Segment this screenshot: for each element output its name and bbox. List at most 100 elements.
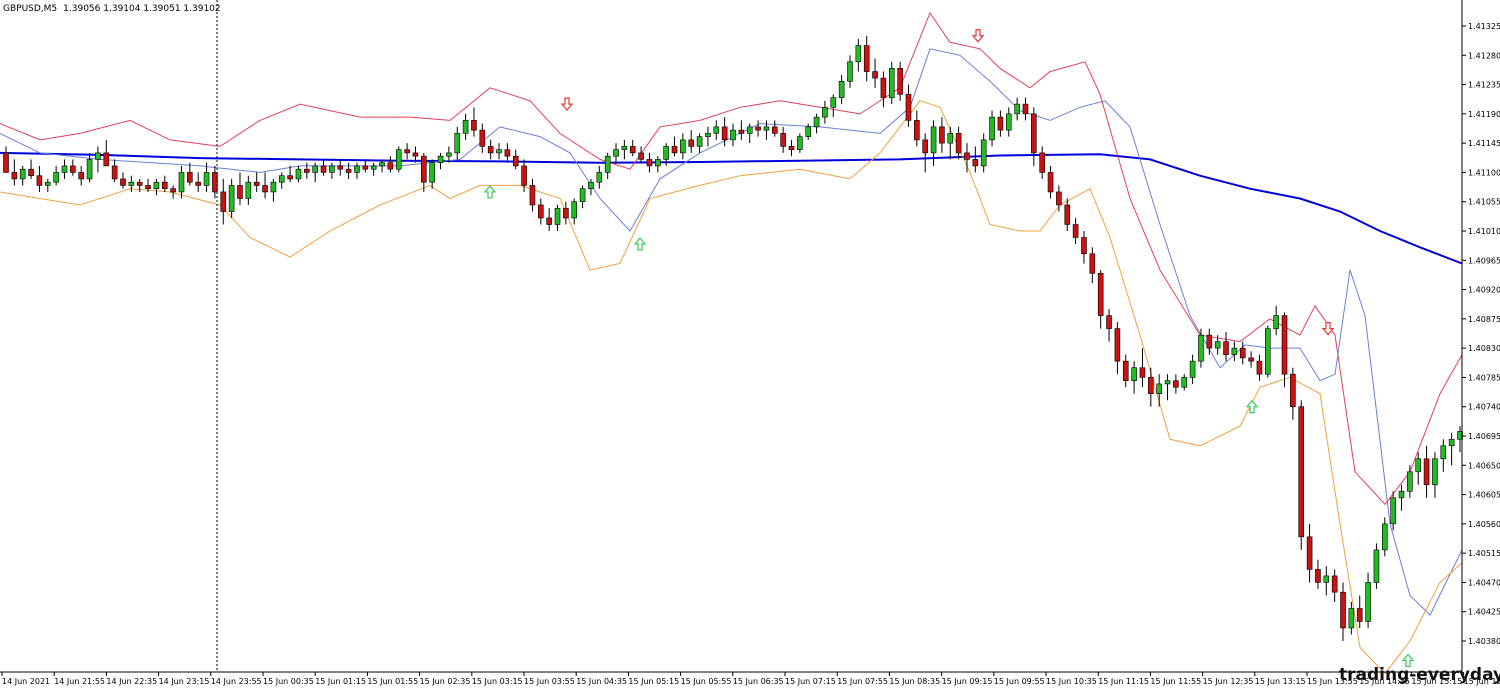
y-tick-label: 1.40605 — [1468, 491, 1500, 500]
candle-body — [111, 165, 118, 180]
candle-body — [914, 120, 920, 141]
x-tick-label: 15 Jun 07:55 — [837, 677, 888, 686]
candle-body — [947, 133, 954, 144]
x-tick-label: 15 Jun 09:55 — [994, 677, 1045, 686]
candle-body — [721, 126, 728, 141]
candle-body — [278, 175, 285, 183]
y-tick-label: 1.41235 — [1468, 81, 1500, 90]
candle-body — [688, 139, 695, 147]
candle-body — [95, 152, 101, 160]
candle-body — [755, 126, 761, 131]
candle-body — [521, 165, 527, 186]
candle-body — [1306, 536, 1313, 570]
candle-body — [1390, 497, 1396, 525]
candle-body — [1089, 253, 1096, 274]
candle-body — [1139, 367, 1146, 378]
y-tick-label: 1.40830 — [1468, 344, 1500, 353]
candle-body — [930, 126, 937, 154]
candle-body — [888, 68, 895, 98]
y-tick-label: 1.41010 — [1468, 227, 1500, 236]
x-tick-label: 15 Jun 10:35 — [1046, 677, 1097, 686]
candle-body — [120, 178, 126, 186]
candle-body — [546, 217, 552, 225]
candle-body — [1031, 113, 1037, 154]
candle-body — [588, 181, 594, 189]
y-tick-label: 1.40740 — [1468, 403, 1500, 412]
x-tick-label: 15 Jun 08:35 — [889, 677, 940, 686]
candle-body — [955, 133, 962, 154]
candle — [888, 61, 895, 105]
candle-body — [1398, 491, 1405, 499]
candle-body — [1097, 273, 1104, 316]
y-tick-label: 1.41280 — [1468, 51, 1500, 60]
candle-body — [738, 129, 745, 134]
candle-body — [571, 201, 578, 219]
y-tick-label: 1.41100 — [1468, 168, 1500, 177]
candle-body — [563, 207, 569, 219]
candle-body — [487, 146, 494, 154]
candle-body — [663, 146, 669, 160]
candle-body — [989, 116, 995, 141]
candle-body — [253, 181, 260, 186]
y-tick-label: 1.41145 — [1468, 139, 1500, 148]
candle-body — [1448, 438, 1455, 447]
candle-body — [629, 146, 636, 154]
chart-canvas[interactable]: 1.41325 1.41280 1.41235 1.41190 1.41145 1.411… — [0, 0, 1500, 690]
candle-body — [195, 181, 201, 186]
x-tick-label: 15 Jun 12:35 — [1203, 677, 1254, 686]
candle-body — [3, 152, 9, 173]
candle-body — [446, 152, 452, 157]
y-tick-label: 1.40695 — [1468, 432, 1500, 441]
x-tick-label: 15 Jun 11:55 — [1150, 677, 1201, 686]
x-tick-label: 15 Jun 03:55 — [524, 677, 575, 686]
y-tick-label: 1.40470 — [1468, 578, 1500, 587]
candle-body — [1256, 360, 1263, 375]
candle-body — [429, 162, 435, 183]
candle-body — [822, 107, 828, 118]
candle-body — [262, 185, 268, 193]
candle-body — [638, 152, 644, 160]
x-tick-label: 15 Jun 02:35 — [420, 677, 471, 686]
x-tick-label: 14 Jun 21:55 — [54, 677, 105, 686]
candle-body — [1248, 357, 1254, 362]
candle-body — [228, 185, 235, 212]
candle-body — [813, 116, 820, 128]
candle-body — [1323, 575, 1330, 583]
candle-body — [654, 159, 661, 167]
candle-body — [187, 172, 193, 183]
candle-body — [1423, 458, 1430, 486]
price-chart[interactable]: 1.41325 1.41280 1.41235 1.41190 1.41145 1.411… — [0, 0, 1500, 690]
x-tick-label: 14 Jun 23:15 — [159, 677, 210, 686]
candle-body — [454, 133, 461, 154]
candle-body — [1056, 191, 1062, 206]
x-tick-label: 14 Jun 2021 — [2, 677, 50, 686]
candle-body — [696, 136, 703, 147]
candle-body — [78, 172, 85, 180]
candle-body — [964, 152, 970, 160]
candle-body — [412, 152, 419, 157]
x-tick-label: 15 Jun 13:15 — [1255, 677, 1306, 686]
candle-body — [872, 71, 878, 79]
candle-body — [1014, 103, 1020, 115]
candle-body — [922, 139, 928, 154]
candle-body — [713, 126, 720, 134]
candle-body — [1298, 406, 1305, 538]
candle-body — [604, 155, 611, 173]
candle-body — [980, 139, 987, 167]
candle-body — [1331, 575, 1338, 593]
candle — [1265, 325, 1271, 378]
candle — [395, 146, 402, 173]
candle-body — [44, 181, 51, 186]
candle-body — [880, 77, 887, 98]
candle-body — [145, 185, 151, 189]
x-tick-label: 14 Jun 23:55 — [211, 677, 262, 686]
symbol-label: GBPUSD,M5 — [3, 4, 57, 14]
candle-body — [312, 165, 318, 173]
candle-body — [997, 116, 1004, 131]
candle-body — [897, 68, 903, 95]
candle-body — [1373, 549, 1380, 583]
candle-body — [1156, 383, 1162, 394]
candle-body — [1114, 328, 1121, 362]
candle-body — [797, 136, 803, 150]
candle-body — [462, 120, 469, 134]
